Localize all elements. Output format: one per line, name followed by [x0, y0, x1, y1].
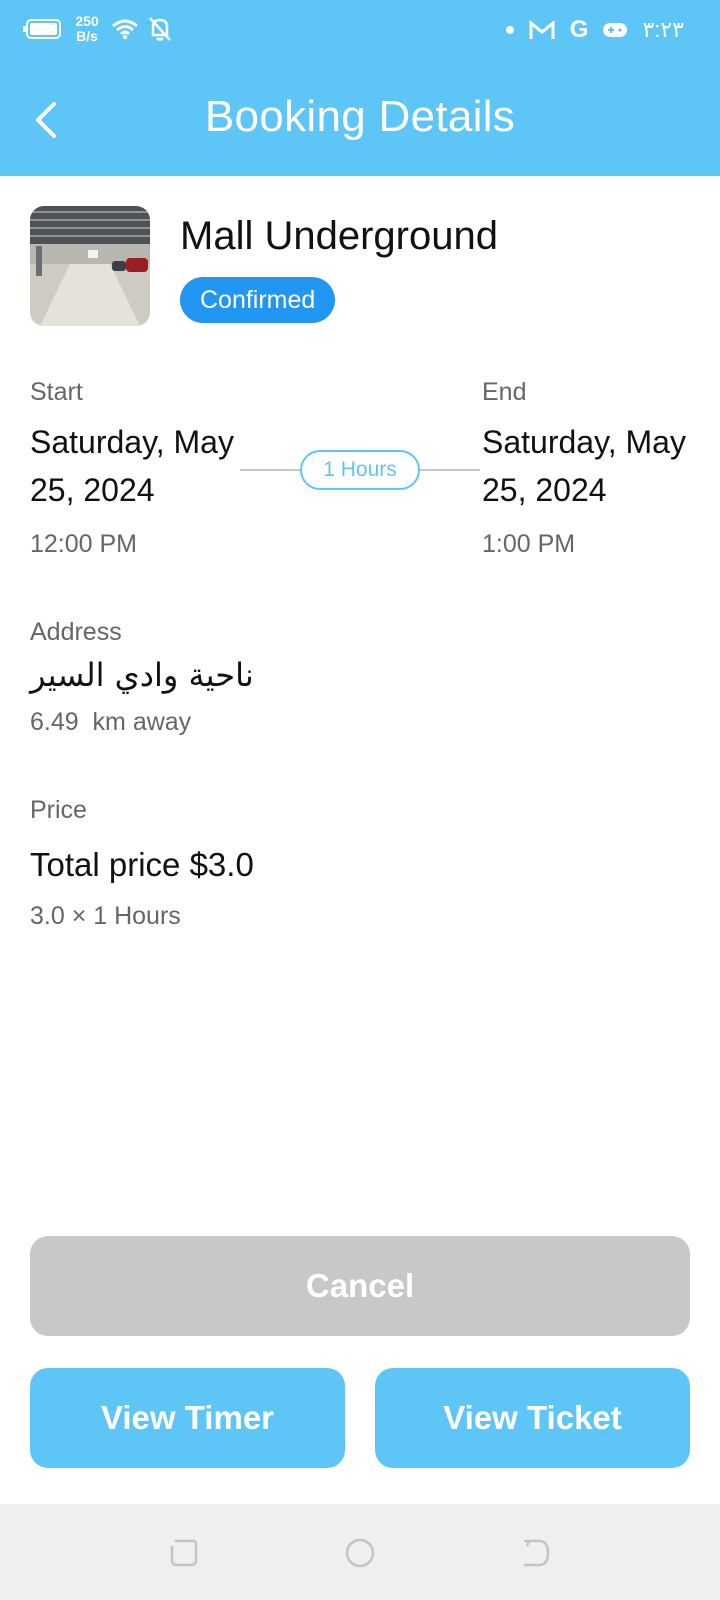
wifi-icon — [112, 19, 138, 40]
app-bar: 250 B/s G ٣:٢٣ Booking Details — [0, 0, 720, 176]
place-name: Mall Underground — [180, 214, 498, 258]
dot-icon — [505, 26, 514, 34]
recents-icon[interactable] — [169, 1538, 199, 1568]
start-time: 12:00 PM — [30, 530, 138, 558]
distance-text: 6.49 km away — [30, 708, 192, 736]
status-bar: 250 B/s G ٣:٢٣ — [0, 0, 720, 64]
duration-pill: 1 Hours — [300, 450, 420, 490]
page-title: Booking Details — [204, 92, 516, 141]
gmail-icon — [529, 19, 555, 39]
duration-line-left — [240, 469, 300, 471]
battery-icon — [23, 19, 61, 39]
status-right: G ٣:٢٣ — [505, 16, 684, 44]
home-icon[interactable] — [345, 1538, 375, 1568]
cancel-button[interactable]: Cancel — [30, 1236, 690, 1336]
price-label: Price — [30, 796, 87, 824]
address-text: ناحية وادي السير — [30, 656, 254, 694]
duration-line-right — [420, 469, 480, 471]
start-label: Start — [30, 378, 83, 406]
clock: ٣:٢٣ — [642, 17, 684, 42]
system-nav-bar — [0, 1504, 720, 1600]
view-ticket-button[interactable]: View Ticket — [375, 1368, 690, 1468]
price-calculation: 3.0 × 1 Hours — [30, 902, 181, 930]
status-badge: Confirmed — [180, 277, 336, 323]
status-left: 250 B/s — [22, 14, 172, 44]
end-label: End — [482, 378, 527, 406]
back-nav-icon[interactable] — [521, 1538, 551, 1568]
net-speed-value: 250 B/s — [75, 13, 99, 44]
parking-thumbnail — [30, 206, 150, 326]
view-timer-button[interactable]: View Timer — [30, 1368, 345, 1468]
net-speed: 250 B/s — [72, 14, 102, 44]
google-icon: G — [569, 16, 589, 43]
address-label: Address — [30, 618, 122, 646]
total-price: Total price $3.0 — [30, 846, 254, 883]
end-time: 1:00 PM — [482, 530, 576, 558]
end-date: Saturday, May 25, 2024 — [482, 424, 686, 508]
gamepad-icon — [603, 23, 628, 37]
bell-off-icon — [149, 17, 171, 41]
start-date: Saturday, May 25, 2024 — [30, 424, 234, 508]
